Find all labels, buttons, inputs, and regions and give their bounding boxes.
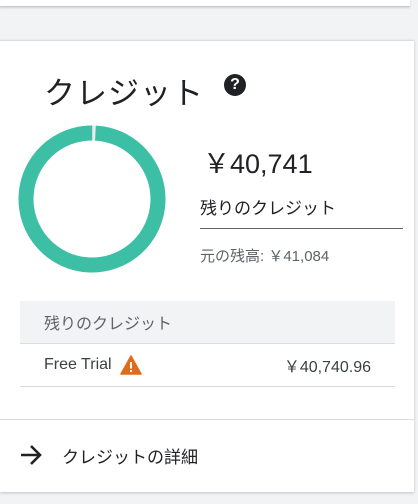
previous-card bbox=[0, 0, 410, 7]
remaining-credit-label: 残りのクレジット bbox=[200, 199, 336, 218]
table-header-label: 残りのクレジット bbox=[44, 316, 173, 333]
remaining-amount: ￥40,741 bbox=[203, 149, 313, 179]
credits-table: 残りのクレジット Free Trial ￥40,740.96 bbox=[20, 301, 395, 387]
credit-details-link[interactable]: クレジットの詳細 bbox=[18, 441, 198, 469]
donut-remaining-arc bbox=[18, 125, 166, 273]
credit-name: Free Trial bbox=[44, 356, 112, 373]
credit-name-cell: Free Trial bbox=[20, 355, 142, 375]
table-header: 残りのクレジット bbox=[20, 301, 395, 344]
credit-donut-chart bbox=[18, 125, 166, 273]
credit-value: ￥40,740.96 bbox=[283, 359, 371, 376]
original-balance: 元の残高: ￥41,084 bbox=[200, 248, 330, 265]
amount-divider bbox=[200, 228, 403, 229]
table-row: Free Trial ￥40,740.96 bbox=[20, 344, 395, 387]
warning-icon[interactable] bbox=[119, 355, 142, 375]
credit-details-label: クレジットの詳細 bbox=[62, 447, 198, 467]
card-title: クレジット bbox=[44, 76, 204, 111]
arrow-right-icon bbox=[21, 445, 42, 465]
question-circle-icon[interactable]: ? bbox=[224, 74, 246, 96]
credits-card: クレジット ? ￥40,741 残りのクレジット 元の残高: ￥41,084 残… bbox=[0, 40, 414, 492]
footer-divider bbox=[0, 419, 414, 420]
